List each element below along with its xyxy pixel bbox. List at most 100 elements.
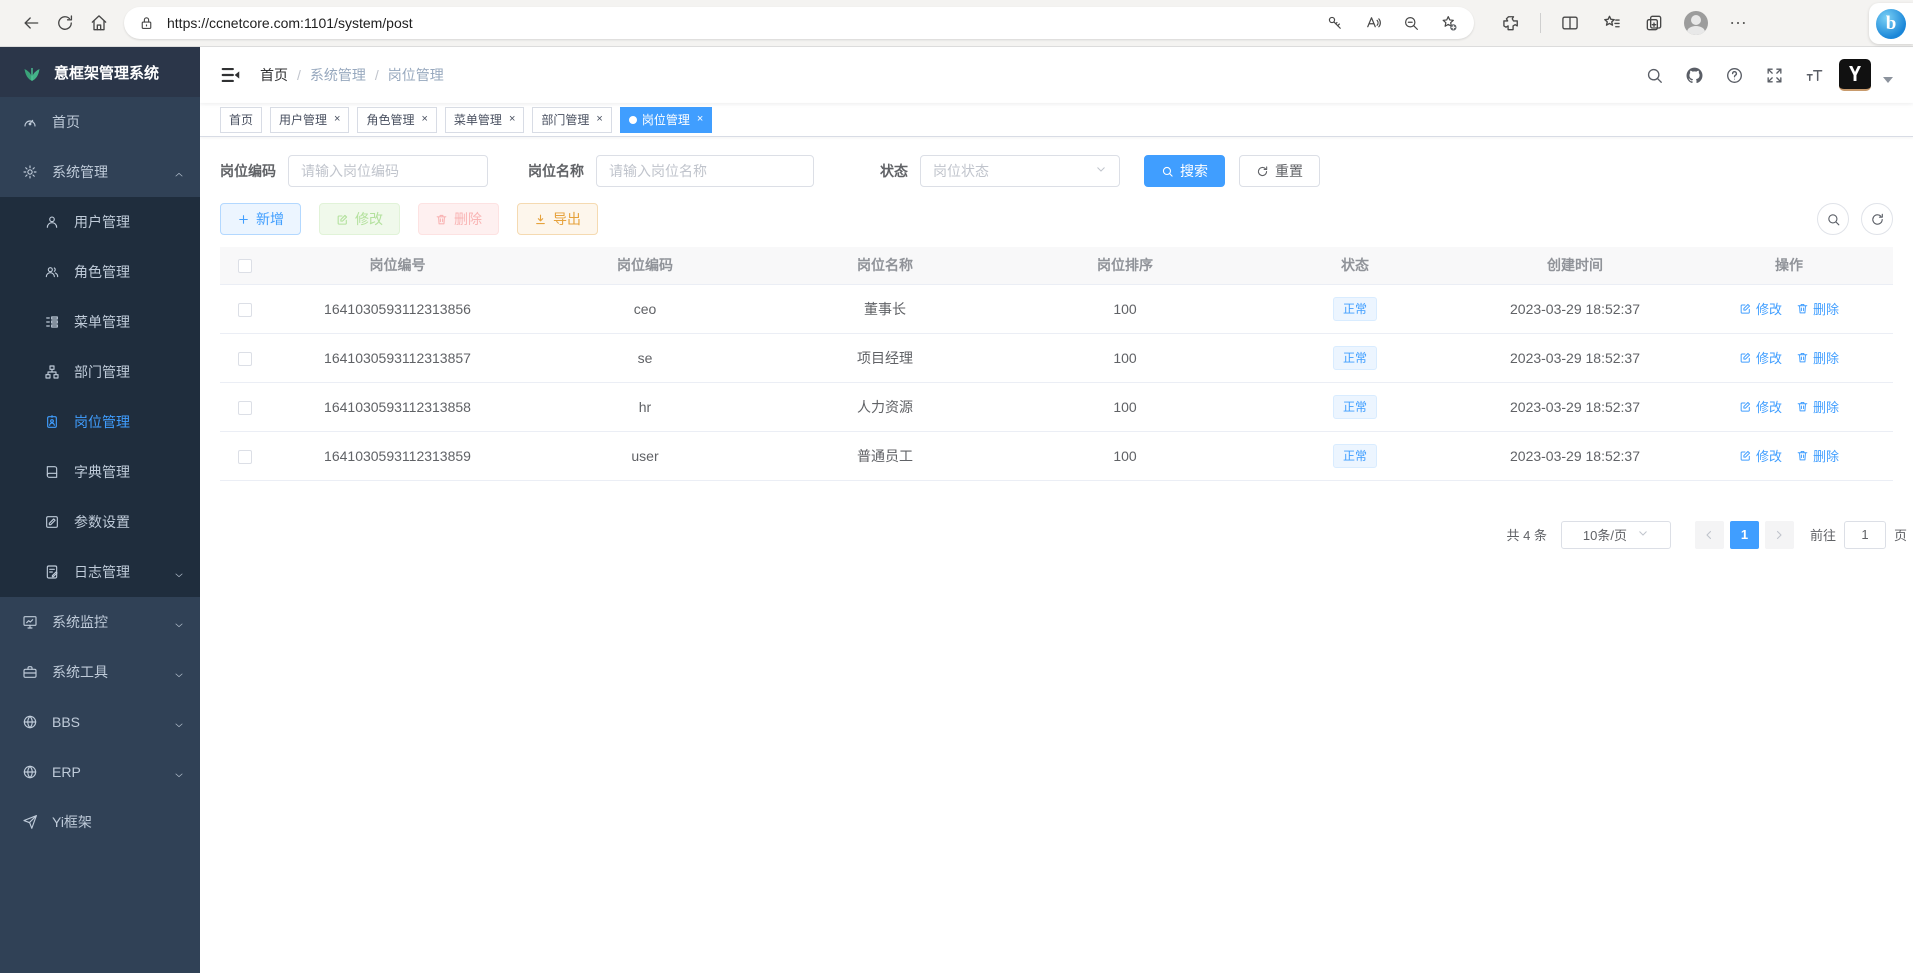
row-edit-link[interactable]: 修改: [1739, 348, 1782, 367]
prev-page-button[interactable]: [1695, 521, 1724, 549]
app-logo[interactable]: 意框架管理系统: [0, 47, 200, 97]
close-icon[interactable]: ×: [509, 114, 515, 125]
sidebar-item-2[interactable]: 用户管理: [0, 197, 200, 247]
status-select[interactable]: 岗位状态: [920, 155, 1120, 187]
sidebar-item-label: 系统管理: [52, 162, 108, 182]
zoom-out-icon[interactable]: [1396, 8, 1426, 38]
row-checkbox[interactable]: [238, 401, 252, 415]
post-name-cell: 普通员工: [765, 431, 1005, 480]
monitor-icon: [22, 614, 38, 630]
badge-icon: [44, 414, 60, 430]
dashboard-icon: [22, 114, 38, 130]
fullscreen-icon[interactable]: [1759, 60, 1789, 90]
chevron-down-icon[interactable]: [1883, 77, 1893, 83]
page-number-button[interactable]: 1: [1730, 521, 1759, 549]
sidebar-item-12[interactable]: BBS: [0, 697, 200, 747]
post-code-input[interactable]: [301, 163, 475, 179]
reset-button[interactable]: 重置: [1239, 155, 1320, 187]
sidebar-item-13[interactable]: ERP: [0, 747, 200, 797]
extensions-icon[interactable]: [1494, 6, 1528, 40]
sidebar-item-0[interactable]: 首页: [0, 97, 200, 147]
close-icon[interactable]: ×: [421, 114, 427, 125]
sidebar-item-11[interactable]: 系统工具: [0, 647, 200, 697]
sidebar-item-label: 角色管理: [74, 262, 130, 282]
search-icon[interactable]: [1639, 60, 1669, 90]
url-text[interactable]: https://ccnetcore.com:1101/system/post: [167, 15, 1312, 31]
close-icon[interactable]: ×: [334, 114, 340, 125]
row-delete-link[interactable]: 删除: [1796, 299, 1839, 318]
bing-chat-button[interactable]: b: [1869, 3, 1913, 44]
post-name-input[interactable]: [609, 163, 801, 179]
read-aloud-icon[interactable]: [1358, 8, 1388, 38]
close-icon[interactable]: ×: [697, 114, 703, 125]
refresh-table-icon[interactable]: [1861, 203, 1893, 235]
app-title: 意框架管理系统: [54, 62, 159, 83]
close-icon[interactable]: ×: [596, 114, 602, 125]
refresh-icon[interactable]: [48, 6, 82, 40]
hamburger-icon[interactable]: [220, 64, 242, 86]
sidebar-item-5[interactable]: 部门管理: [0, 347, 200, 397]
add-button[interactable]: 新增: [220, 203, 301, 235]
tab-1[interactable]: 用户管理×: [270, 107, 349, 133]
sidebar-item-9[interactable]: 日志管理: [0, 547, 200, 597]
tab-label: 部门管理: [541, 111, 589, 128]
post-code-cell: ceo: [525, 284, 765, 333]
active-dot: [629, 116, 637, 124]
user-avatar[interactable]: Y: [1839, 59, 1871, 91]
duplicate-tab-icon[interactable]: [1637, 6, 1671, 40]
sidebar-item-10[interactable]: 系统监控: [0, 597, 200, 647]
globe-icon: [22, 764, 38, 780]
sidebar-item-6[interactable]: 岗位管理: [0, 397, 200, 447]
tab-3[interactable]: 菜单管理×: [445, 107, 524, 133]
split-screen-icon[interactable]: [1553, 6, 1587, 40]
chevron-down-icon: [174, 567, 184, 577]
sidebar-item-label: 部门管理: [74, 362, 130, 382]
chevron-down-icon: [174, 767, 184, 777]
row-checkbox[interactable]: [238, 450, 252, 464]
font-size-icon[interactable]: [1799, 60, 1829, 90]
search-form: 岗位编码 岗位名称 状态 岗位状态 搜索: [220, 155, 1893, 187]
sidebar-item-8[interactable]: 参数设置: [0, 497, 200, 547]
breadcrumb-item-0[interactable]: 首页: [260, 65, 288, 85]
tags-view-bar: 首页用户管理×角色管理×菜单管理×部门管理×岗位管理×: [200, 103, 1913, 137]
github-icon[interactable]: [1679, 60, 1709, 90]
page-size-select[interactable]: 10条/页: [1561, 521, 1671, 549]
sidebar-item-14[interactable]: Yi框架: [0, 797, 200, 847]
home-icon[interactable]: [82, 6, 116, 40]
row-delete-link[interactable]: 删除: [1796, 446, 1839, 465]
sidebar-menu: 首页系统管理用户管理角色管理菜单管理部门管理岗位管理字典管理参数设置日志管理系统…: [0, 97, 200, 847]
row-checkbox[interactable]: [238, 352, 252, 366]
row-delete-link[interactable]: 删除: [1796, 397, 1839, 416]
sidebar-item-label: 菜单管理: [74, 312, 130, 332]
row-edit-link[interactable]: 修改: [1739, 446, 1782, 465]
collections-icon[interactable]: [1595, 6, 1629, 40]
next-page-button[interactable]: [1765, 521, 1794, 549]
column-header: 创建时间: [1465, 247, 1685, 284]
row-edit-link[interactable]: 修改: [1739, 299, 1782, 318]
tab-2[interactable]: 角色管理×: [357, 107, 436, 133]
toggle-search-icon[interactable]: [1817, 203, 1849, 235]
export-button[interactable]: 导出: [517, 203, 598, 235]
favorite-add-icon[interactable]: [1434, 8, 1464, 38]
goto-page-input[interactable]: [1844, 521, 1886, 549]
row-edit-link[interactable]: 修改: [1739, 397, 1782, 416]
tab-0[interactable]: 首页: [220, 107, 262, 133]
row-delete-link[interactable]: 删除: [1796, 348, 1839, 367]
tab-5[interactable]: 岗位管理×: [620, 107, 712, 133]
column-header: 状态: [1245, 247, 1465, 284]
url-bar[interactable]: https://ccnetcore.com:1101/system/post: [124, 7, 1474, 39]
back-icon[interactable]: [14, 6, 48, 40]
breadcrumb: 首页/系统管理/岗位管理: [260, 65, 444, 85]
sidebar-item-7[interactable]: 字典管理: [0, 447, 200, 497]
search-button[interactable]: 搜索: [1144, 155, 1225, 187]
sidebar-item-3[interactable]: 角色管理: [0, 247, 200, 297]
tab-4[interactable]: 部门管理 ×: [532, 107, 611, 133]
more-icon[interactable]: [1721, 6, 1755, 40]
select-all-checkbox[interactable]: [238, 259, 252, 273]
question-icon[interactable]: [1719, 60, 1749, 90]
profile-avatar[interactable]: [1679, 6, 1713, 40]
sidebar-item-4[interactable]: 菜单管理: [0, 297, 200, 347]
key-icon[interactable]: [1320, 8, 1350, 38]
row-checkbox[interactable]: [238, 303, 252, 317]
sidebar-item-1[interactable]: 系统管理: [0, 147, 200, 197]
